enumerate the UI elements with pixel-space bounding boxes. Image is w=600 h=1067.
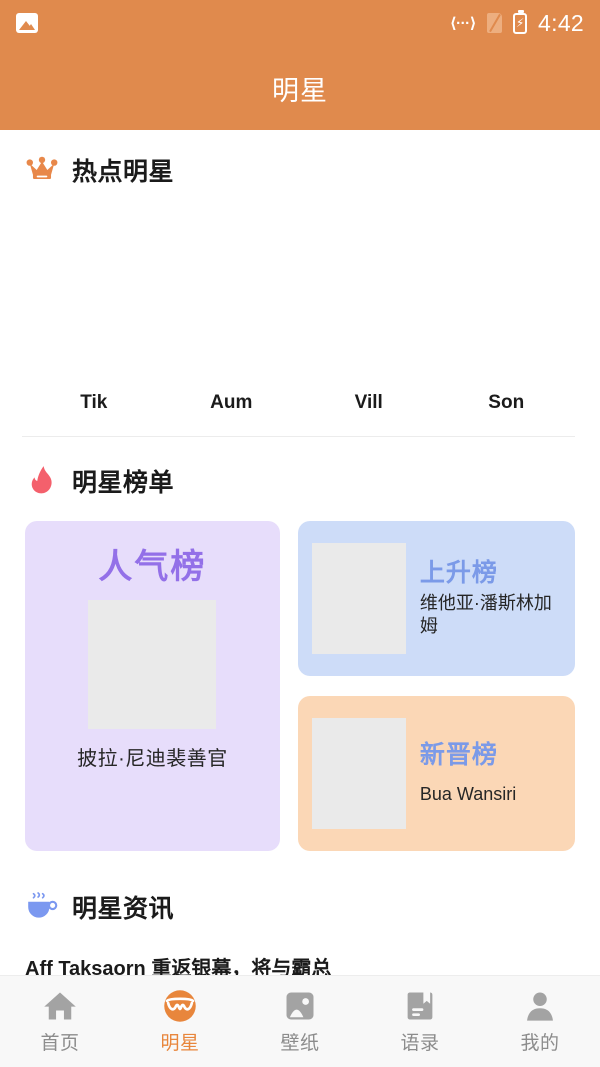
rank-card-thumbnail [88,600,217,729]
nav-item-stars[interactable]: 明星 [120,988,240,1055]
status-bar-right: ⟨···⟩ ⚡ 4:42 [449,9,584,37]
nav-label-quotes: 语录 [400,1033,440,1054]
hot-star-item[interactable]: Son [438,288,576,414]
hot-star-label: Vill [354,392,383,413]
battery-charging-icon: ⚡ [513,9,528,34]
nav-label-home: 首页 [40,1033,80,1054]
rank-card-body: 上升榜 维他亚·潘斯林加姆 [420,559,561,638]
hot-star-label: Son [488,392,525,413]
hot-star-item[interactable]: Tik [25,288,163,414]
rank-card-rising[interactable]: 上升榜 维他亚·潘斯林加姆 [297,521,575,676]
status-bar: ⟨···⟩ ⚡ 4:42 [0,0,600,46]
bottom-navigation-bar: 首页 明星 壁纸 语录 我的 [0,975,600,1067]
section-divider [22,436,575,437]
hot-star-item[interactable]: Aum [163,288,301,414]
nav-label-wallpaper: 壁纸 [280,1033,320,1054]
nav-item-wallpaper[interactable]: 壁纸 [240,988,360,1055]
section-title-news: 明星资讯 [72,895,175,923]
rank-card-body: 新晋榜 Bua Wansiri [420,741,516,806]
rank-card-title: 人气榜 [98,548,207,586]
rank-card-title: 上升榜 [419,559,498,588]
section-header-hot-stars: 热点明星 [0,152,600,188]
app-bar: 明星 [0,46,600,130]
photo-icon [16,13,38,33]
hot-star-avatar [458,288,554,384]
hot-star-avatar [183,288,279,384]
image-icon [286,992,314,1020]
rank-cards-container: 人气榜 披拉·尼迪裴善官 上升榜 维他亚·潘斯林加姆 新晋榜 Bua Wansi… [0,521,600,851]
rank-card-star-name: 维他亚·潘斯林加姆 [419,592,552,636]
hot-star-label: Tik [80,392,108,413]
nav-label-profile: 我的 [520,1033,560,1054]
person-icon [527,992,553,1021]
news-item[interactable]: Aff Taksaorn 重返银幕，将与霸总 Tor Thanapob 合作? [0,955,380,975]
coffee-cup-icon [25,890,59,924]
book-bookmark-icon [407,992,433,1020]
section-title-rank-list: 明星榜单 [72,469,175,497]
app-root: ⟨···⟩ ⚡ 4:42 明星 热点明星 Tik Aum Vill Son 明星… [0,0,600,1067]
section-header-news: 明星资讯 [0,889,600,925]
nav-item-quotes[interactable]: 语录 [360,988,480,1055]
nav-label-stars: 明星 [160,1033,200,1054]
rank-card-newcomer[interactable]: 新晋榜 Bua Wansiri [297,696,575,851]
vpn-icon: ⟨···⟩ [449,14,477,32]
star-circle-icon [164,990,196,1022]
section-title-hot-stars: 热点明星 [72,158,175,186]
status-bar-clock: 4:42 [538,9,584,36]
hot-star-item[interactable]: Vill [300,288,438,414]
no-sim-icon [487,13,503,33]
nav-item-profile[interactable]: 我的 [480,988,600,1055]
flame-icon [25,464,59,498]
crown-icon [25,153,59,187]
rank-card-thumbnail [311,718,406,829]
page-title: 明星 [272,75,328,106]
hot-star-avatar [321,288,417,384]
rank-card-thumbnail [311,543,406,654]
main-content: 热点明星 Tik Aum Vill Son 明星榜单 人气榜 披拉·尼迪裴善官 … [0,130,600,975]
rank-card-star-name: Bua Wansiri [419,783,517,804]
rank-card-popularity[interactable]: 人气榜 披拉·尼迪裴善官 [25,521,280,851]
nav-item-home[interactable]: 首页 [0,988,120,1055]
rank-cards-column: 上升榜 维他亚·潘斯林加姆 新晋榜 Bua Wansiri [297,521,575,851]
bolt-glyph: ⚡ [515,16,525,30]
hot-star-label: Aum [210,392,253,413]
hot-stars-row: Tik Aum Vill Son [0,288,600,414]
rank-card-title: 新晋榜 [419,741,498,770]
rank-card-star-name: 披拉·尼迪裴善官 [77,748,228,770]
home-icon [44,992,76,1020]
hot-star-avatar [46,288,142,384]
section-header-rank-list: 明星榜单 [0,463,600,499]
status-bar-left [16,13,38,33]
